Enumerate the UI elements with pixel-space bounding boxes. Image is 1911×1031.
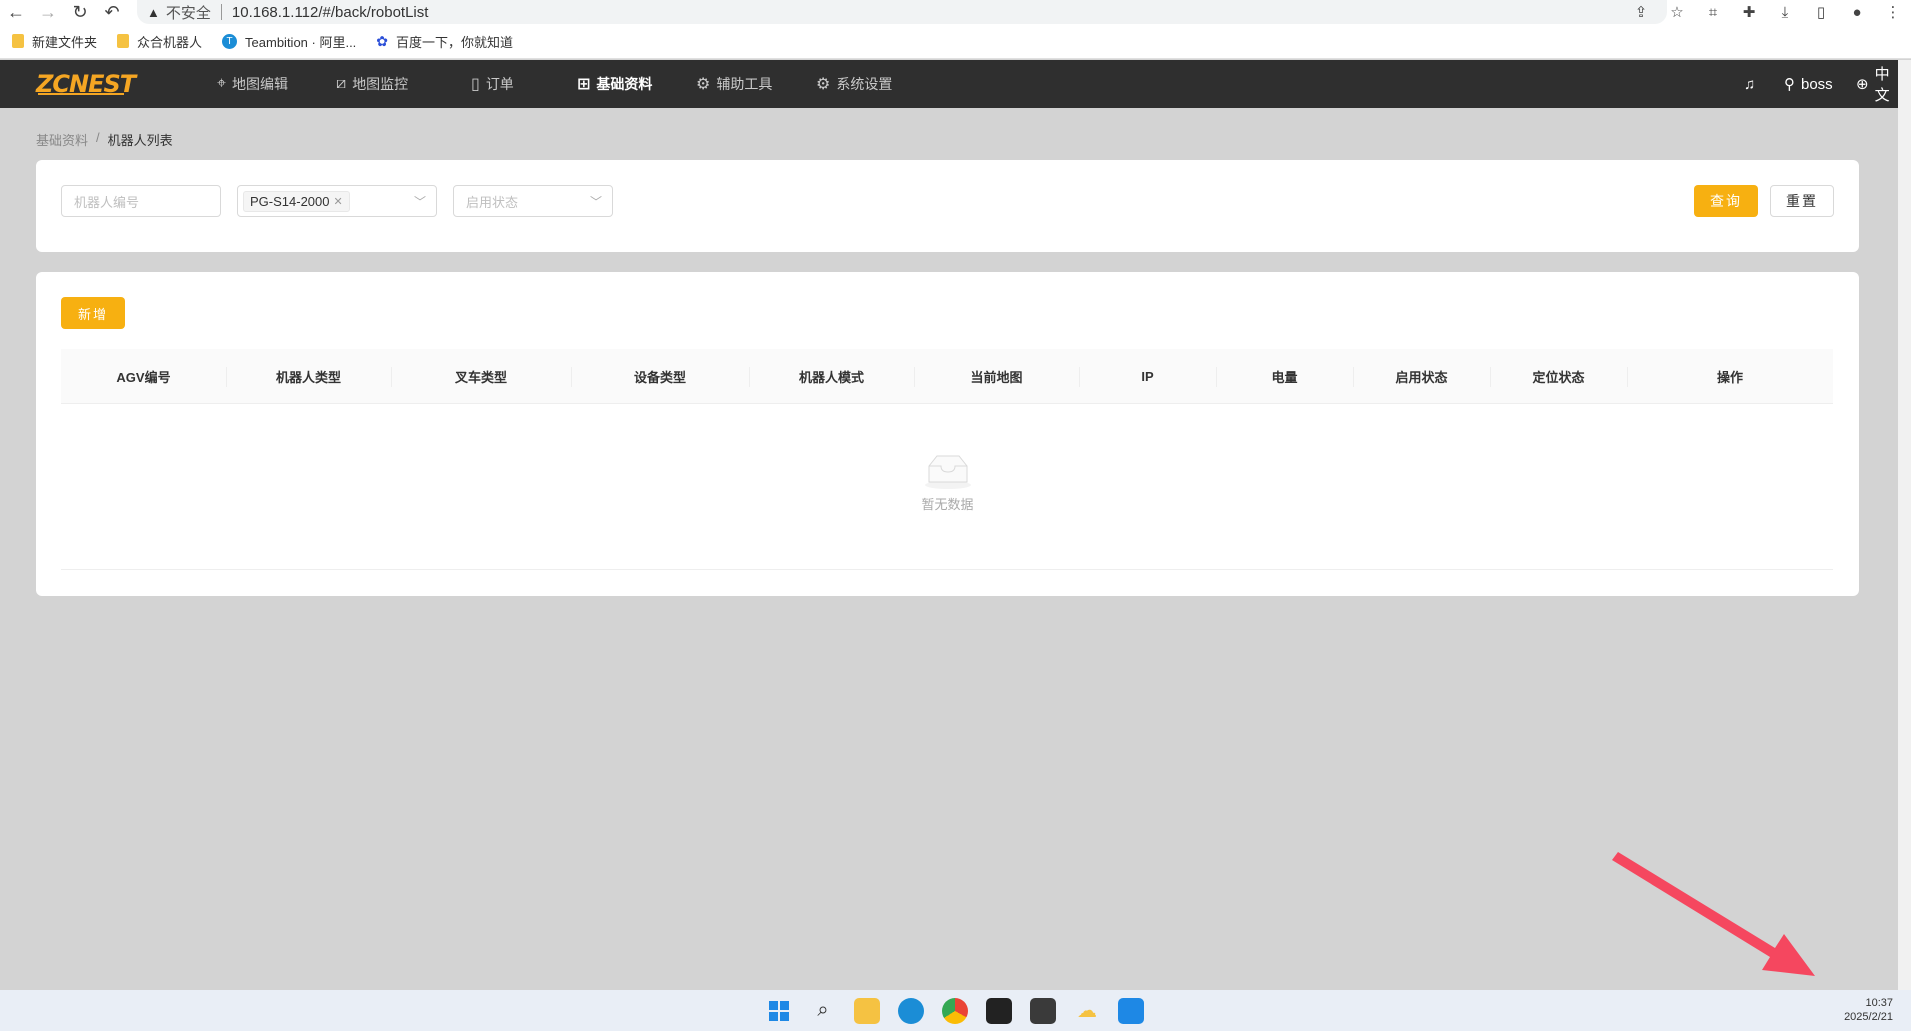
history-back-icon[interactable]: ↶ (96, 0, 128, 24)
page-scrollbar[interactable] (1898, 60, 1911, 990)
bookmark-item[interactable]: T Teambition · 阿里... (222, 32, 356, 51)
breadcrumb-separator: / (96, 130, 100, 145)
column-location-status: 定位状态 (1532, 370, 1585, 385)
download-icon[interactable]: ⤓ (1767, 4, 1803, 21)
browser-toolbar: ← → ↻ ↶ ▲ 不安全 10.168.1.112/#/back/robotL… (0, 0, 1911, 24)
bell-icon: ♫ (1744, 75, 1756, 93)
taskbar: ⌕ ☁ 10:37 2025/2/21 (0, 990, 1911, 1031)
robot-type-tag: PG-S14-2000 ✕ (243, 190, 350, 212)
nav-map-edit[interactable]: ⌖ 地图编辑 (217, 60, 288, 108)
bookmark-item[interactable]: ✿ 百度一下，你就知道 (376, 32, 513, 51)
sliders-icon: ⊞ (577, 76, 591, 93)
column-agv-no: AGV编号 (116, 370, 171, 385)
profile-icon[interactable]: ● (1839, 4, 1875, 21)
user-menu[interactable]: ⚲ boss (1784, 60, 1833, 108)
nav-basic-data[interactable]: ⊞ 基础资料 (577, 60, 652, 108)
user-icon: ⚲ (1784, 76, 1795, 93)
breadcrumb: 基础资料 / 机器人列表 (36, 130, 173, 149)
reset-button[interactable]: 重置 (1770, 185, 1834, 217)
tag-close-icon[interactable]: ✕ (334, 195, 343, 208)
column-robot-type: 机器人类型 (275, 370, 341, 385)
windows-start-icon[interactable] (766, 998, 792, 1024)
column-enable-status: 启用状态 (1395, 370, 1448, 385)
chevron-down-icon: ﹀ (589, 195, 602, 209)
folder-icon (117, 34, 130, 48)
gear-icon: ⚙ (696, 76, 711, 93)
add-robot-button[interactable]: 新增 (61, 297, 125, 329)
search-icon[interactable]: ⌕ (810, 998, 836, 1024)
address-divider (220, 4, 222, 20)
notification-button[interactable]: ♫ (1744, 60, 1755, 108)
back-icon[interactable]: ← (0, 0, 32, 24)
gear-icon: ⚙ (816, 76, 831, 93)
crop-icon[interactable]: ⌗ (1695, 4, 1731, 21)
empty-state: 暂无数据 (36, 452, 1859, 513)
taskbar-icons: ⌕ ☁ (766, 990, 1144, 1031)
chrome-icon[interactable] (942, 997, 968, 1024)
edge-icon[interactable] (898, 997, 924, 1024)
insecure-label: 不安全 (165, 4, 211, 22)
clock-time: 10:37 (1865, 997, 1893, 1009)
breadcrumb-root[interactable]: 基础资料 (36, 130, 88, 149)
chevron-down-icon: ﹀ (413, 195, 426, 209)
language-switch[interactable]: ⊕ 中文 (1856, 60, 1898, 108)
nav-map-monitor[interactable]: ⧄ 地图监控 (336, 60, 408, 108)
share-icon[interactable]: ⇪ (1623, 3, 1659, 21)
system-clock[interactable]: 10:37 2025/2/21 (1844, 996, 1893, 1024)
warning-icon: ▲ (147, 4, 160, 20)
nav-orders[interactable]: ▯ 订单 (471, 60, 514, 108)
weather-icon[interactable]: ☁ (1074, 998, 1100, 1024)
query-button[interactable]: 查询 (1694, 185, 1758, 217)
status-select[interactable]: 启用状态 ﹀ (453, 185, 613, 217)
folder-icon (12, 34, 24, 48)
menu-icon[interactable]: ⋮ (1875, 3, 1911, 21)
column-actions: 操作 (1716, 370, 1743, 385)
app-icon[interactable] (1030, 997, 1056, 1024)
browser-actions: ⇪ ☆ ⌗ ✚ ⤓ ▯ ● ⋮ (1623, 0, 1911, 24)
column-device-type: 设备类型 (633, 370, 686, 385)
chart-icon: ⧄ (336, 75, 347, 92)
robot-list-panel: 新增 AGV编号 机器人类型 叉车类型 设备类型 机器人模式 当前地图 IP 电… (36, 272, 1859, 596)
nav-aux-tools[interactable]: ⚙ 辅助工具 (696, 60, 772, 108)
star-icon[interactable]: ☆ (1659, 3, 1695, 21)
bookmark-item[interactable]: 众合机器人 (117, 32, 202, 51)
empty-text: 暂无数据 (921, 497, 974, 512)
table-header: AGV编号 机器人类型 叉车类型 设备类型 机器人模式 当前地图 IP 电量 启… (61, 349, 1833, 404)
filter-panel: 机器人编号 PG-S14-2000 ✕ ﹀ 启用状态 ﹀ 查询 重置 (36, 160, 1859, 252)
map-pin-icon: ⌖ (217, 75, 227, 92)
clock-date: 2025/2/21 (1844, 1011, 1893, 1023)
robot-no-input[interactable]: 机器人编号 (61, 185, 221, 217)
extension-icon[interactable]: ✚ (1731, 3, 1767, 21)
app-header: ZCNEST ⌖ 地图编辑 ⧄ 地图监控 ▯ 订单 ⊞ 基础资料 ⚙ 辅助工具 … (0, 60, 1898, 108)
robot-type-select[interactable]: PG-S14-2000 ✕ ﹀ (237, 185, 437, 217)
table-bottom-border (61, 569, 1833, 570)
document-icon: ▯ (471, 76, 480, 93)
breadcrumb-current: 机器人列表 (107, 133, 173, 148)
logo-underline (38, 93, 124, 95)
file-explorer-icon[interactable] (854, 997, 880, 1024)
column-current-map: 当前地图 (970, 370, 1023, 385)
baidu-paw-icon: ✿ (376, 32, 389, 49)
nav-system-settings[interactable]: ⚙ 系统设置 (816, 60, 892, 108)
sticky-notes-icon[interactable] (986, 997, 1012, 1024)
empty-box-icon (923, 452, 973, 490)
column-robot-mode: 机器人模式 (798, 370, 864, 385)
globe-icon: ⊕ (1856, 76, 1869, 93)
url-text: 10.168.1.112/#/back/robotList (231, 3, 429, 21)
annotation-arrow (1612, 852, 1815, 976)
address-bar[interactable]: ▲ 不安全 10.168.1.112/#/back/robotList (137, 0, 1667, 24)
feishu-icon[interactable] (1118, 997, 1144, 1024)
column-battery: 电量 (1271, 370, 1298, 385)
reload-icon[interactable]: ↻ (64, 0, 96, 24)
column-ip: IP (1141, 369, 1154, 384)
sidepanel-icon[interactable]: ▯ (1803, 3, 1839, 21)
forward-icon[interactable]: → (32, 0, 64, 24)
column-forklift-type: 叉车类型 (454, 370, 507, 385)
bookmarks-bar: 新建文件夹 众合机器人 T Teambition · 阿里... ✿ 百度一下，… (0, 24, 1911, 59)
bookmark-item[interactable]: 新建文件夹 (12, 32, 97, 51)
teambition-icon: T (222, 33, 238, 49)
